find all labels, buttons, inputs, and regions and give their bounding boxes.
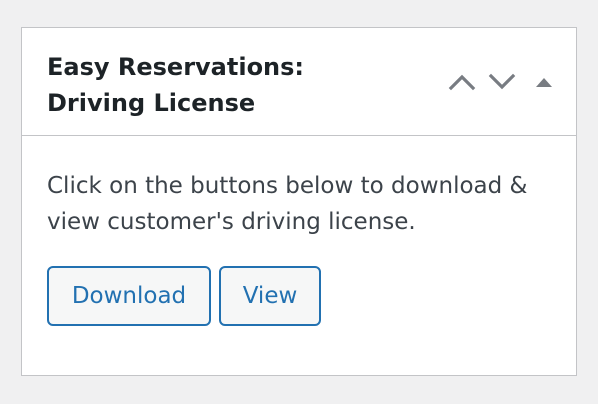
metabox-title-line-2: Driving License [47,89,256,117]
toggle-panel-button[interactable] [522,66,566,98]
metabox-content: Click on the buttons below to download &… [47,168,557,326]
chevron-up-icon [448,74,476,91]
metabox-header: Easy Reservations: Driving License [22,28,576,136]
metabox-driving-license: Easy Reservations: Driving License Click [21,27,577,376]
metabox-description: Click on the buttons below to download &… [47,173,528,235]
move-up-button[interactable] [442,66,482,98]
view-button[interactable]: View [219,266,321,326]
triangle-up-icon [536,78,552,87]
metabox-button-row: Download View [47,266,321,326]
metabox-title: Easy Reservations: Driving License [47,49,367,121]
download-button[interactable]: Download [47,266,211,326]
metabox-title-line-1: Easy Reservations: [47,53,305,81]
metabox-handle-actions [442,66,566,98]
move-down-button[interactable] [482,66,522,98]
chevron-down-icon [488,73,516,90]
